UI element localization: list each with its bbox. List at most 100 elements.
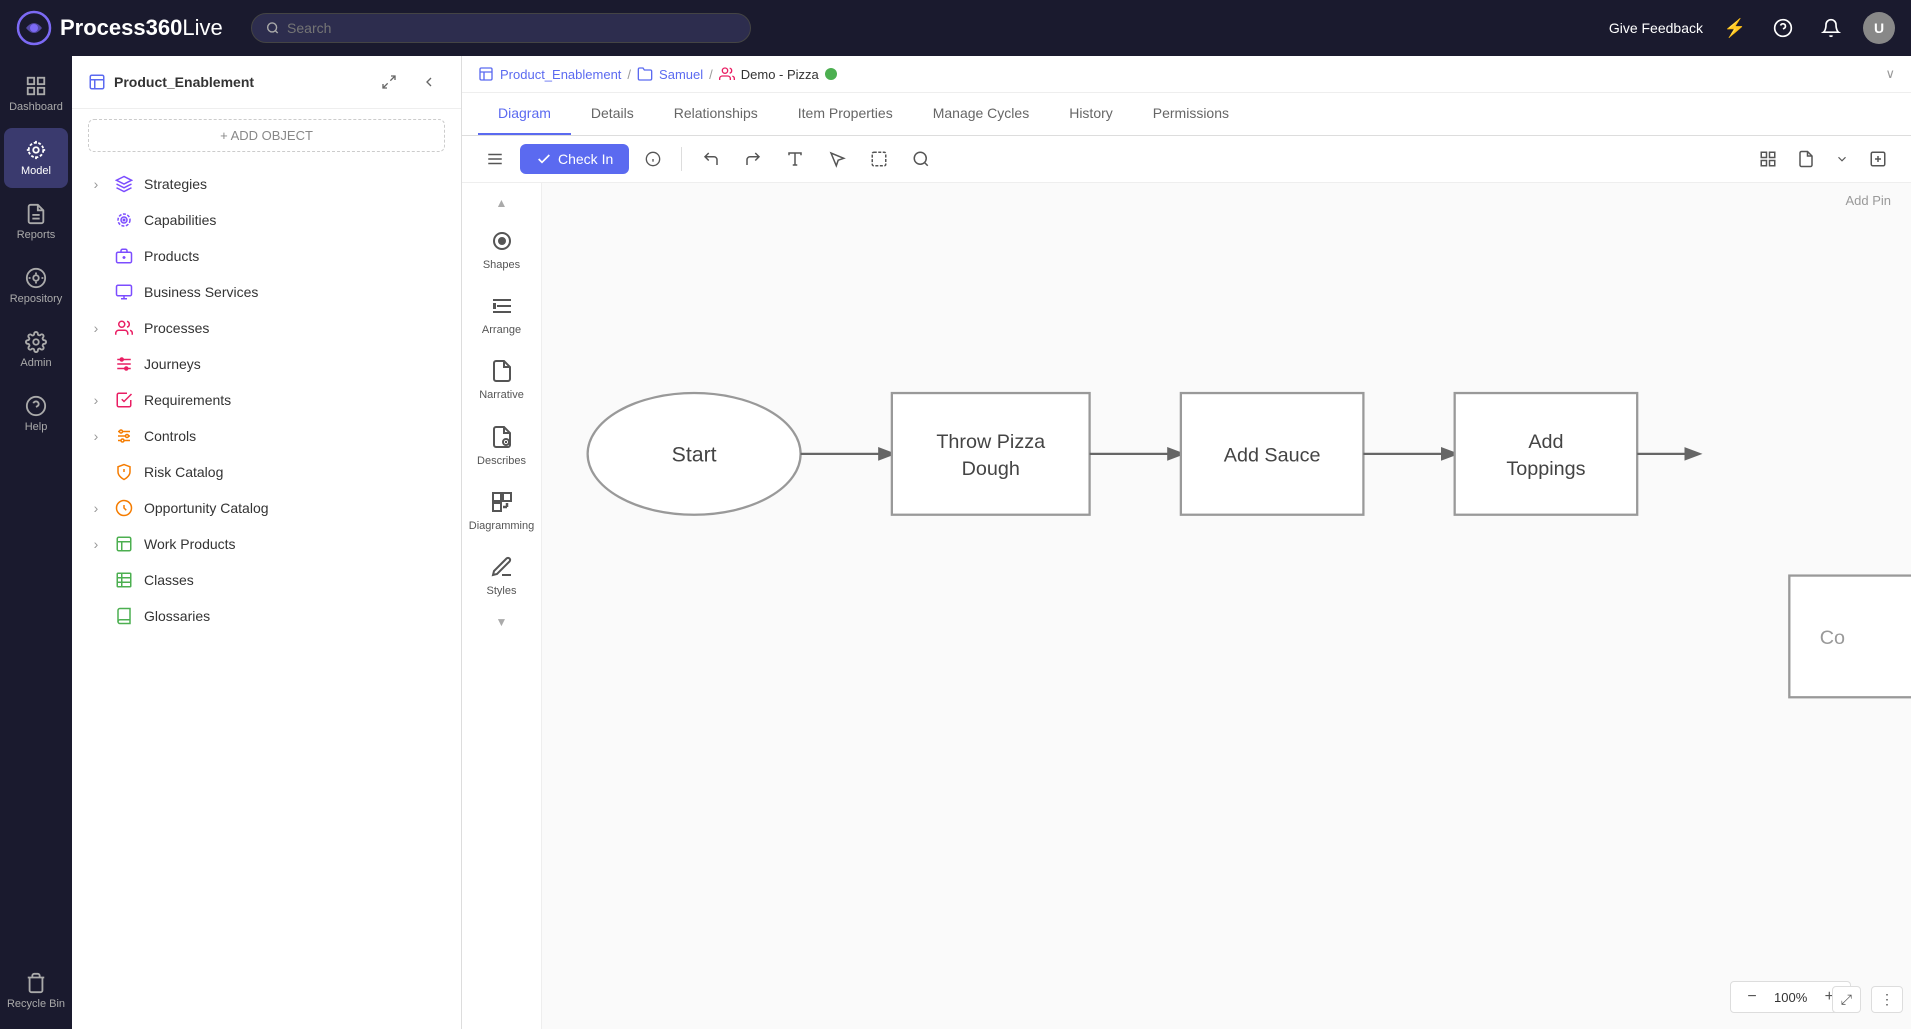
tab-history[interactable]: History	[1049, 93, 1133, 135]
palette-item-describes[interactable]: Describes	[466, 415, 538, 476]
tab-manage-cycles[interactable]: Manage Cycles	[913, 93, 1050, 135]
processes-icon	[114, 318, 134, 338]
tree-item-processes[interactable]: › Processes	[72, 310, 461, 346]
zoom-more-button[interactable]: ⋮	[1871, 986, 1903, 1013]
logo-text: Process360Live	[60, 15, 223, 41]
info-button[interactable]	[637, 145, 669, 173]
tree-item-label-classes: Classes	[144, 572, 445, 588]
palette-item-narrative[interactable]: Narrative	[466, 349, 538, 410]
tree-item-strategies[interactable]: › Strategies	[72, 166, 461, 202]
sidebar-label-recycle-bin: Recycle Bin	[7, 998, 65, 1010]
tree-item-work-products[interactable]: › Work Products	[72, 526, 461, 562]
left-sidebar: Dashboard Model Reports Repository	[0, 56, 72, 1029]
search-diagram-icon	[912, 150, 930, 168]
document-view-button[interactable]	[1789, 144, 1823, 174]
palette-item-styles[interactable]: Styles	[466, 545, 538, 606]
add-object-button[interactable]: + ADD OBJECT	[88, 119, 445, 152]
tree-item-opportunity-catalog[interactable]: › Opportunity Catalog	[72, 490, 461, 526]
chevron-left-icon	[421, 74, 437, 90]
select-tool-button[interactable]	[862, 144, 896, 174]
check-in-icon	[536, 151, 552, 167]
search-diagram-button[interactable]	[904, 144, 938, 174]
palette-item-arrange[interactable]: Arrange	[466, 284, 538, 345]
breadcrumb-demo-pizza: Demo - Pizza	[741, 67, 837, 82]
breadcrumb-samuel[interactable]: Samuel	[659, 67, 703, 82]
chevron-processes: ›	[88, 320, 104, 336]
palette-item-shapes[interactable]: Shapes	[466, 219, 538, 280]
bell-icon	[1821, 18, 1841, 38]
tab-relationships[interactable]: Relationships	[654, 93, 778, 135]
zoom-out-button[interactable]: −	[1741, 986, 1762, 1008]
help-icon-button[interactable]	[1767, 12, 1799, 44]
diagram-toolbar: Check In	[462, 136, 1911, 183]
top-nav: Process360Live Give Feedback ⚡ U	[0, 0, 1911, 56]
diagramming-icon	[488, 488, 516, 516]
palette-scroll-up[interactable]: ▲	[490, 191, 514, 215]
canvas-area[interactable]: Add Pin Start Throw Pizza Dough	[542, 183, 1911, 1029]
logo-area: Process360Live	[16, 10, 223, 46]
risk-catalog-icon	[114, 462, 134, 482]
text-tool-button[interactable]	[778, 144, 812, 174]
sidebar-item-model[interactable]: Model	[4, 128, 68, 188]
breadcrumb-collapse-button[interactable]: ∨	[1885, 66, 1895, 82]
tree-item-products[interactable]: › Products	[72, 238, 461, 274]
breadcrumb-folder-icon	[637, 66, 653, 82]
palette-scroll-down[interactable]: ▼	[490, 610, 514, 634]
cursor-icon	[828, 150, 846, 168]
tree-item-classes[interactable]: › Classes	[72, 562, 461, 598]
give-feedback-button[interactable]: Give Feedback	[1609, 20, 1703, 36]
tab-item-properties[interactable]: Item Properties	[778, 93, 913, 135]
add-view-button[interactable]	[1861, 144, 1895, 174]
check-in-button[interactable]: Check In	[520, 144, 629, 174]
sidebar-item-dashboard[interactable]: Dashboard	[4, 64, 68, 124]
tree-item-requirements[interactable]: › Requirements	[72, 382, 461, 418]
bell-icon-button[interactable]	[1815, 12, 1847, 44]
tree-item-glossaries[interactable]: › Glossaries	[72, 598, 461, 634]
tree-content: › Strategies › Capabil	[72, 162, 461, 1029]
svg-text:Add Sauce: Add Sauce	[1224, 444, 1321, 466]
undo-button[interactable]	[694, 144, 728, 174]
sidebar-item-repository[interactable]: Repository	[4, 256, 68, 316]
sidebar-item-reports[interactable]: Reports	[4, 192, 68, 252]
tree-item-business-services[interactable]: › Business Services	[72, 274, 461, 310]
palette-item-diagramming[interactable]: Diagramming	[466, 480, 538, 541]
lightning-icon-button[interactable]: ⚡	[1719, 12, 1751, 44]
tab-permissions[interactable]: Permissions	[1133, 93, 1249, 135]
chevron-icon: ›	[88, 176, 104, 192]
recycle-bin-icon	[25, 972, 47, 994]
grid-view-button[interactable]	[1751, 144, 1785, 174]
tab-details[interactable]: Details	[571, 93, 654, 135]
products-icon	[114, 246, 134, 266]
cursor-tool-button[interactable]	[820, 144, 854, 174]
tree-item-controls[interactable]: › Controls	[72, 418, 461, 454]
collapse-panel-button[interactable]	[413, 68, 445, 96]
tree-item-label-risk-catalog: Risk Catalog	[144, 464, 445, 480]
zoom-fit-button[interactable]: ⤢	[1832, 986, 1861, 1013]
tab-diagram[interactable]: Diagram	[478, 93, 571, 135]
hamburger-menu-button[interactable]	[478, 144, 512, 174]
sidebar-label-reports: Reports	[17, 229, 56, 241]
search-input[interactable]	[287, 20, 736, 36]
styles-icon	[488, 553, 516, 581]
expand-icon	[381, 74, 397, 90]
info-icon	[645, 151, 661, 167]
redo-button[interactable]	[736, 144, 770, 174]
sidebar-item-admin[interactable]: Admin	[4, 320, 68, 380]
document-icon	[1797, 150, 1815, 168]
tree-item-capabilities[interactable]: › Capabilities	[72, 202, 461, 238]
dropdown-view-button[interactable]	[1827, 146, 1857, 172]
help-circle-icon	[1773, 18, 1793, 38]
nav-right: Give Feedback ⚡ U	[1609, 12, 1895, 44]
sidebar-item-recycle-bin[interactable]: Recycle Bin	[4, 961, 68, 1021]
business-services-icon	[114, 282, 134, 302]
tree-item-risk-catalog[interactable]: › Risk Catalog	[72, 454, 461, 490]
avatar[interactable]: U	[1863, 12, 1895, 44]
tree-title-icon	[88, 73, 106, 91]
search-bar[interactable]	[251, 13, 751, 43]
sidebar-item-help[interactable]: Help	[4, 384, 68, 444]
logo-icon	[16, 10, 52, 46]
journeys-icon	[114, 354, 134, 374]
tree-item-journeys[interactable]: › Journeys	[72, 346, 461, 382]
expand-icon-button[interactable]	[373, 68, 405, 96]
breadcrumb-product-enablement[interactable]: Product_Enablement	[500, 67, 621, 82]
